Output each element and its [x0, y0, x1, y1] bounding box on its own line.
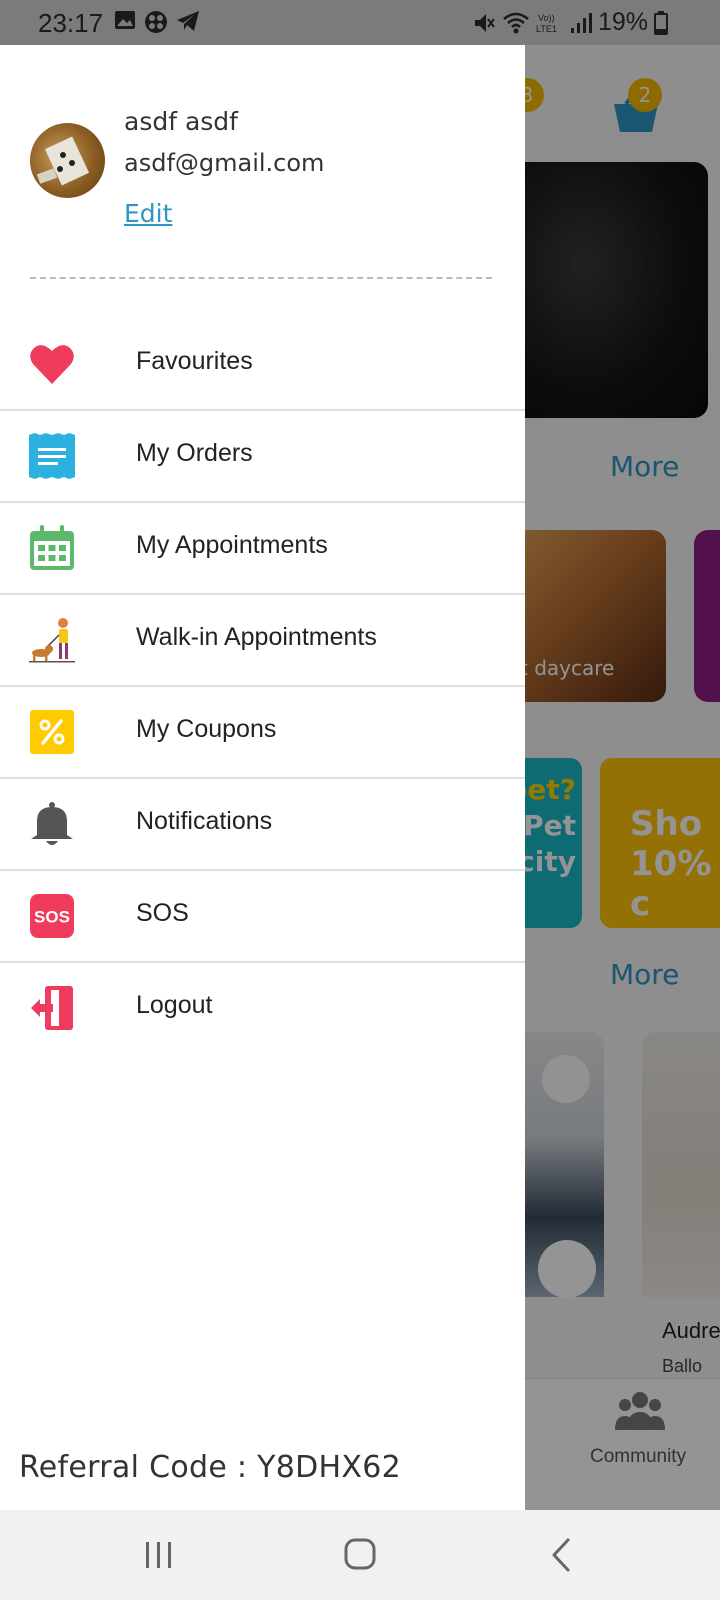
- menu-item-my-orders[interactable]: My Orders: [0, 411, 525, 503]
- svg-text:LTE1: LTE1: [536, 24, 557, 34]
- referral-code: Referral Code : Y8DHX62: [19, 1450, 402, 1485]
- status-notification-icons: [114, 10, 200, 34]
- sos-icon: SOS: [30, 894, 74, 938]
- status-time: 23:17: [38, 8, 104, 38]
- menu-item-sos[interactable]: SOS SOS: [0, 871, 525, 963]
- volte-icon: Vo)) LTE1: [536, 13, 557, 34]
- drawer-menu: Favourites My Orders My Appointments Wal…: [0, 319, 525, 1055]
- profile-divider: [30, 277, 492, 279]
- logout-icon: [31, 986, 73, 1030]
- menu-item-label: Walk-in Appointments: [136, 623, 377, 651]
- mute-icon: [474, 13, 495, 32]
- battery-percent: 19%: [597, 8, 648, 36]
- edit-profile-link[interactable]: Edit: [124, 199, 172, 228]
- recent-apps-icon[interactable]: [128, 1530, 188, 1580]
- system-navigation-bar: [0, 1510, 720, 1600]
- menu-item-label: My Coupons: [136, 715, 277, 743]
- telegram-icon: [177, 11, 199, 31]
- app-notification-icon: [145, 11, 167, 33]
- user-name: asdf asdf: [124, 107, 238, 136]
- menu-item-walk-in-appointments[interactable]: Walk-in Appointments: [0, 595, 525, 687]
- percent-coupon-icon: [30, 710, 74, 754]
- menu-item-my-coupons[interactable]: My Coupons: [0, 687, 525, 779]
- navigation-drawer: asdf asdf asdf@gmail.com Edit Favourites…: [0, 45, 525, 1510]
- menu-item-label: Logout: [136, 991, 213, 1019]
- user-email: asdf@gmail.com: [124, 149, 325, 177]
- dog-walker-icon: [29, 618, 75, 663]
- menu-item-label: Notifications: [136, 807, 273, 835]
- signal-icon: [570, 12, 592, 33]
- status-system-icons: Vo)) LTE1 19%: [472, 8, 668, 37]
- menu-item-notifications[interactable]: Notifications: [0, 779, 525, 871]
- menu-item-label: Favourites: [136, 347, 253, 375]
- calendar-icon: [30, 525, 74, 570]
- menu-item-favourites[interactable]: Favourites: [0, 319, 525, 411]
- status-bar: 23:17 Vo)) LTE1 19%: [0, 0, 720, 45]
- svg-text:SOS: SOS: [34, 908, 70, 927]
- menu-item-label: My Appointments: [136, 531, 328, 559]
- menu-item-label: My Orders: [136, 439, 253, 467]
- bell-icon: [31, 802, 73, 845]
- gallery-icon: [115, 11, 135, 29]
- menu-item-label: SOS: [136, 899, 189, 927]
- back-icon[interactable]: [532, 1530, 592, 1580]
- avatar[interactable]: [30, 123, 105, 198]
- heart-icon: [30, 345, 74, 384]
- home-icon[interactable]: [330, 1530, 390, 1580]
- battery-icon: [654, 10, 668, 35]
- menu-item-logout[interactable]: Logout: [0, 963, 525, 1055]
- svg-text:Vo)): Vo)): [538, 13, 555, 23]
- receipt-icon: [29, 433, 75, 479]
- menu-item-my-appointments[interactable]: My Appointments: [0, 503, 525, 595]
- wifi-icon: [503, 12, 529, 33]
- avatar-photo: [36, 136, 90, 186]
